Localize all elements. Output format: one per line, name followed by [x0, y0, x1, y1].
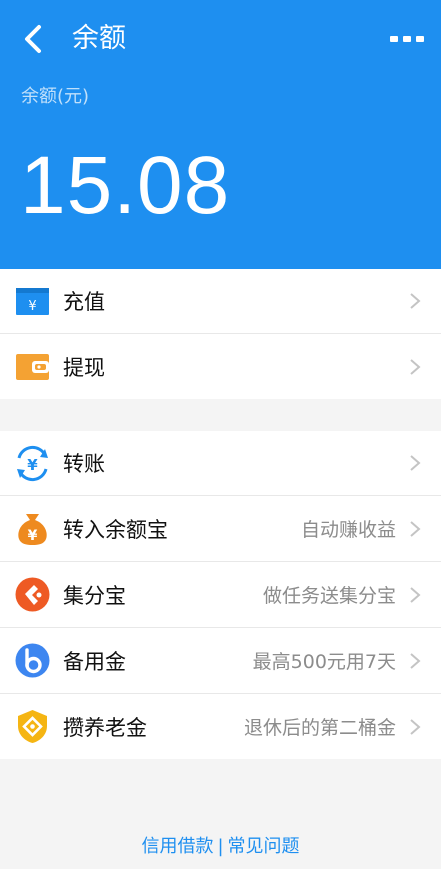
- chevron-right-icon: [410, 358, 421, 375]
- recharge-label: 充值: [63, 290, 105, 314]
- chevron-right-icon: [410, 652, 421, 669]
- footer-separator: |: [217, 836, 224, 857]
- services-group: ¥ 转账 ¥ 转入余额宝 自动赚收益 集分宝 做任务送集分宝 备用金 最高500…: [0, 431, 441, 759]
- withdraw-label: 提现: [63, 355, 105, 380]
- more-button[interactable]: [387, 26, 427, 52]
- yuebao-row[interactable]: ¥ 转入余额宝 自动赚收益: [0, 496, 441, 562]
- svg-text:¥: ¥: [27, 456, 38, 474]
- chevron-right-icon: [410, 520, 421, 537]
- svg-text:¥: ¥: [28, 299, 36, 314]
- credit-loan-link[interactable]: 信用借款: [141, 836, 213, 857]
- money-bag-icon: ¥: [18, 514, 47, 545]
- withdraw-row[interactable]: 提现: [0, 334, 441, 399]
- balance-header: 余额 余额(元) 15.08: [0, 0, 441, 269]
- b-coin-icon: [15, 643, 50, 678]
- more-dots-icon: [390, 36, 424, 42]
- recharge-row[interactable]: ¥ 充值: [0, 269, 441, 334]
- chevron-right-icon: [410, 586, 421, 603]
- balance-page: 余额 余额(元) 15.08 ¥ 充值 提现 ¥ 转账 ¥ 转入余额宝 自动赚收…: [0, 0, 441, 869]
- svg-text:¥: ¥: [28, 528, 38, 544]
- footer-links: 信用借款 | 常见问题: [0, 832, 441, 858]
- yuebao-label: 转入余额宝: [63, 517, 168, 542]
- pension-row[interactable]: 攒养老金 退休后的第二桶金: [0, 694, 441, 759]
- pension-shield-icon: [18, 710, 47, 743]
- points-icon: [15, 577, 50, 612]
- pension-label: 攒养老金: [63, 715, 147, 740]
- page-title: 余额: [72, 23, 126, 54]
- faq-link[interactable]: 常见问题: [228, 836, 300, 857]
- balance-amount: 15.08: [20, 140, 231, 231]
- chevron-right-icon: [410, 293, 421, 309]
- transfer-row[interactable]: ¥ 转账: [0, 431, 441, 496]
- recharge-card-icon: ¥: [16, 288, 49, 315]
- yuebao-hint: 自动赚收益: [300, 519, 396, 541]
- chevron-right-icon: [410, 455, 421, 471]
- wallet-icon: [16, 354, 49, 380]
- reserve-fund-hint: 最高500元用7天: [252, 651, 396, 673]
- transfer-label: 转账: [63, 452, 105, 476]
- points-hint: 做任务送集分宝: [262, 585, 396, 607]
- chevron-right-icon: [410, 718, 421, 735]
- back-button[interactable]: [18, 22, 48, 56]
- transfer-yuan-icon: ¥: [17, 445, 48, 482]
- points-label: 集分宝: [63, 583, 126, 608]
- points-row[interactable]: 集分宝 做任务送集分宝: [0, 562, 441, 628]
- back-arrow-icon: [25, 25, 41, 53]
- reserve-fund-row[interactable]: 备用金 最高500元用7天: [0, 628, 441, 694]
- reserve-fund-label: 备用金: [63, 649, 126, 674]
- funds-group: ¥ 充值 提现: [0, 269, 441, 399]
- pension-hint: 退休后的第二桶金: [243, 717, 396, 739]
- balance-label: 余额(元): [21, 86, 90, 107]
